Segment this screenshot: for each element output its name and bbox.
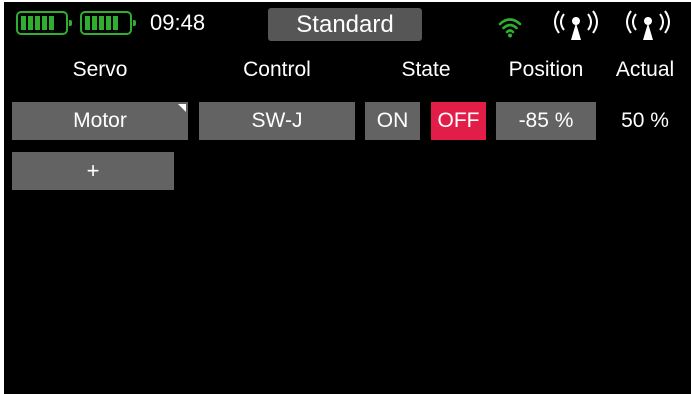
header-servo: Servo [72,58,128,81]
antenna-1-icon [554,10,598,40]
position-value-button[interactable]: -85 % [496,102,596,140]
header-control: Control [243,58,311,81]
state-off-button[interactable]: OFF [431,102,486,140]
screen: 09:48 Standard Servo Control State Posit… [4,2,691,394]
mode-button[interactable]: Standard [268,8,422,41]
wifi-icon [498,18,522,38]
header-state: State [401,58,451,81]
state-on-button[interactable]: ON [365,102,420,140]
servo-select-button[interactable]: Motor [12,102,188,140]
control-select-button[interactable]: SW-J [199,102,355,140]
antenna-2-icon [626,10,670,40]
corner-marker-icon [178,104,186,112]
clock-time: 09:48 [150,10,206,35]
servo-label: Motor [73,109,127,132]
status-bar: 09:48 Standard [4,2,691,44]
battery-1-icon [16,11,72,35]
header-actual: Actual [615,58,675,81]
add-servo-button[interactable]: + [12,152,174,190]
battery-2-icon [80,11,136,35]
header-position: Position [508,58,584,81]
actual-value: 50 % [621,109,669,132]
